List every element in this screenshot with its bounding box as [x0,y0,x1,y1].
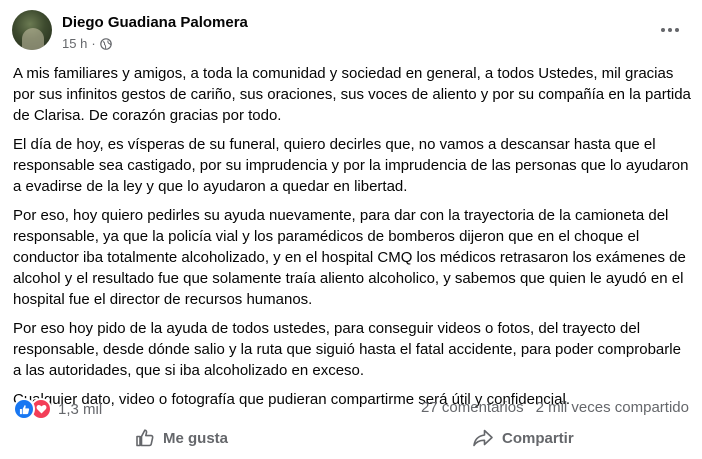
share-button[interactable]: Compartir [472,424,574,452]
more-options-icon[interactable] [656,20,684,40]
post-stats: 1,3 mil 27 comentarios 2 mil veces compa… [13,396,689,420]
meta-separator: · [91,36,96,51]
author-name[interactable]: Diego Guadiana Palomera [62,14,248,31]
post-paragraph: El día de hoy, es vísperas de su funeral… [13,136,689,195]
like-button[interactable]: Me gusta [135,424,228,452]
post-meta: 15 h · [62,36,112,51]
post-header: Diego Guadiana Palomera 15 h · [12,10,692,54]
globe-icon[interactable] [99,37,112,50]
post-actions: Me gusta Compartir [0,420,702,456]
comments-count[interactable]: 27 comentarios [421,399,524,416]
post-paragraph: Por eso hoy pido de la ayuda de todos us… [13,320,681,379]
facebook-post: Diego Guadiana Palomera 15 h · A mis fam… [0,0,702,459]
share-button-label: Compartir [502,429,574,447]
post-timestamp[interactable]: 15 h [62,36,87,51]
shares-count[interactable]: 2 mil veces compartido [536,399,689,416]
thumbs-up-icon [135,428,155,448]
share-arrow-icon [472,428,494,448]
post-paragraph: A mis familiares y amigos, a toda la com… [13,65,691,124]
reactions-summary[interactable]: 1,3 mil [13,398,102,420]
reactions-count[interactable]: 1,3 mil [58,401,102,418]
engagement-counts: 27 comentarios 2 mil veces compartido [421,399,689,416]
post-paragraph: Por eso, hoy quiero pedirles su ayuda nu… [13,207,686,308]
post-body: A mis familiares y amigos, a toda la com… [13,63,693,418]
like-button-label: Me gusta [163,429,229,447]
author-avatar[interactable] [12,10,52,50]
like-reaction-icon [13,398,35,420]
